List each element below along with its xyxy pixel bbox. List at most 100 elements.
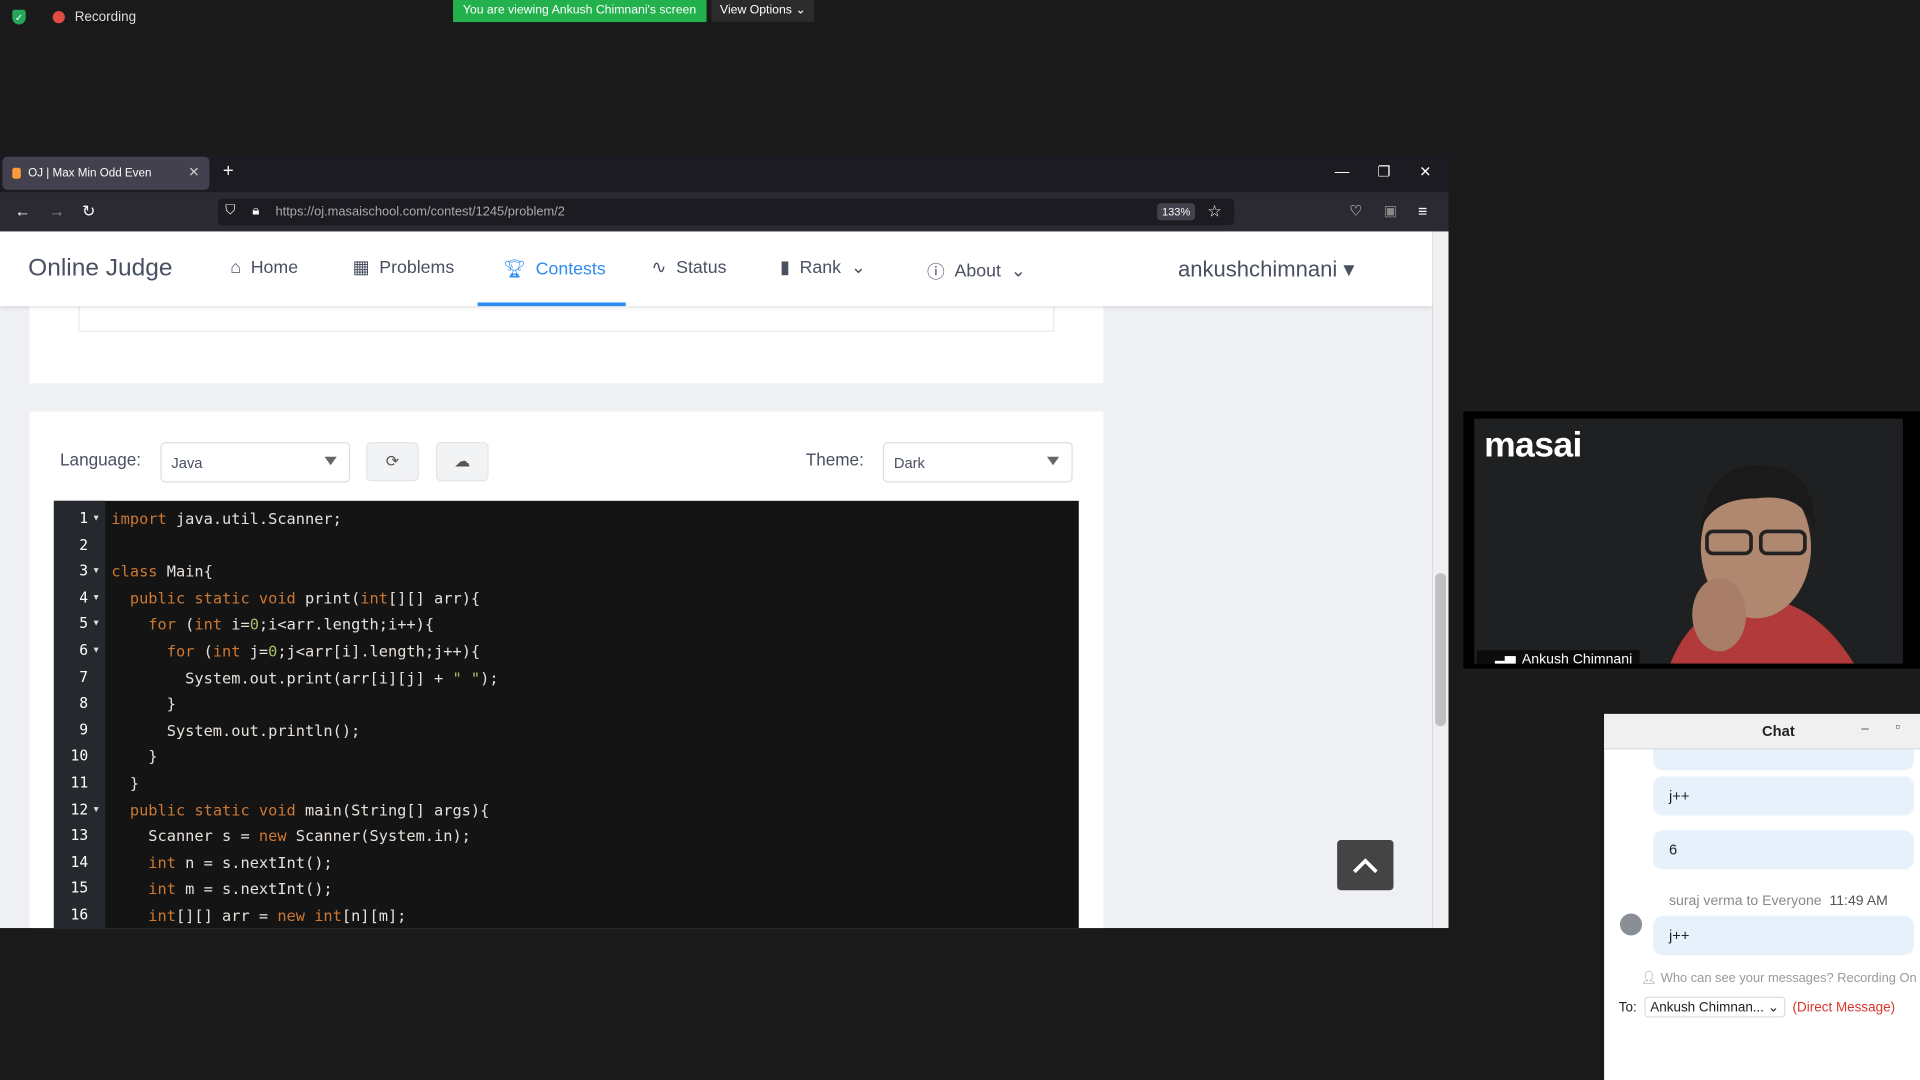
popout-icon[interactable]: ▫	[1896, 720, 1901, 735]
page-scrollbar[interactable]	[1432, 231, 1449, 929]
back-icon[interactable]: ←	[15, 202, 31, 220]
problem-card	[29, 306, 1104, 384]
line-number: 7	[79, 668, 89, 686]
language-label: Language:	[60, 449, 142, 469]
close-tab-icon[interactable]: ✕	[188, 164, 199, 180]
chevron-down-icon: ⌄	[795, 3, 806, 18]
code-line[interactable]: }	[111, 695, 176, 713]
caret-down-icon	[324, 456, 337, 466]
extension-icon[interactable]: ▣	[1384, 202, 1398, 219]
scrollbar-thumb[interactable]	[1435, 573, 1447, 727]
nav-bar: ← → ↻ ⛉ 🔒︎ https://oj.masaischool.com/co…	[0, 192, 1449, 232]
who-can-see-link[interactable]: 👤︎ Who can see your messages? Recording …	[1641, 970, 1917, 986]
line-number: 9	[79, 720, 89, 739]
code-line[interactable]: for (int j=0;j<arr[i].length;j++){	[111, 642, 480, 660]
fold-arrow-icon[interactable]: ▼	[92, 647, 100, 656]
browser-window: OJ | Max Min Odd Even ✕ + — ❐ ✕ ← → ↻ ⛉ …	[0, 154, 1449, 929]
bookmark-star-icon[interactable]: ☆	[1207, 202, 1221, 222]
favicon-icon	[12, 167, 21, 179]
theme-select[interactable]: Dark	[882, 442, 1073, 483]
chat-title: Chat	[1762, 722, 1795, 740]
nav-problems[interactable]: ▦ Problems	[353, 258, 455, 278]
line-number: 10	[70, 747, 89, 765]
chevron-up-icon	[1352, 857, 1378, 873]
nav-rank[interactable]: ▮ Rank ⌄	[780, 258, 866, 278]
site-header: Online Judge ⌂ Home ▦ Problems 🏆︎ Contests …	[0, 231, 1433, 307]
fold-arrow-icon[interactable]: ▼	[92, 567, 100, 576]
chat-panel: Chat – ▫ j++ 6 suraj verma to Everyone 1…	[1604, 713, 1920, 1080]
grid-icon: ▦	[352, 258, 370, 278]
code-line[interactable]: class Main{	[111, 562, 212, 580]
fold-arrow-icon[interactable]: ▼	[92, 805, 100, 814]
avatar	[1620, 913, 1643, 936]
tracking-shield-icon[interactable]: ⛉	[225, 203, 235, 219]
line-number: 13	[70, 826, 89, 844]
fold-arrow-icon[interactable]: ▼	[92, 514, 100, 523]
user-menu[interactable]: ankushchimnani ▾	[1178, 257, 1355, 283]
viewing-banner: You are viewing Ankush Chimnani's screen	[453, 0, 706, 23]
new-tab-icon[interactable]: +	[223, 160, 234, 181]
code-line[interactable]: public static void main(String[] args){	[111, 800, 489, 818]
code-line[interactable]: Scanner s = new Scanner(System.in);	[111, 827, 471, 845]
upload-button[interactable]: ☁	[435, 442, 489, 482]
fold-arrow-icon[interactable]: ▼	[92, 594, 100, 603]
code-line[interactable]: int[][] arr = new int[n][m];	[111, 906, 406, 924]
chevron-down-icon: ⌄	[850, 258, 866, 278]
caret-down-icon: ▾	[1343, 257, 1355, 282]
nav-home[interactable]: ⌂ Home	[230, 258, 298, 278]
view-options-button[interactable]: View Options ⌄	[711, 0, 815, 23]
code-line[interactable]: System.out.print(arr[i][j] + " ");	[111, 668, 498, 686]
code-line[interactable]: import java.util.Scanner;	[111, 509, 341, 527]
minimize-icon[interactable]: —	[1335, 163, 1350, 180]
chevron-down-icon: ⌄	[1010, 261, 1026, 282]
participant-video	[1670, 465, 1854, 664]
code-line[interactable]: }	[111, 774, 139, 792]
reset-button[interactable]: ⟳	[366, 442, 419, 482]
code-line[interactable]: public static void print(int[][] arr){	[111, 589, 480, 607]
reload-icon[interactable]: ↻	[82, 202, 95, 222]
fold-arrow-icon[interactable]: ▼	[92, 620, 100, 629]
hamburger-menu-icon[interactable]: ≡	[1418, 202, 1427, 220]
cloud-upload-icon: ☁	[454, 451, 471, 471]
active-tab-indicator	[477, 302, 626, 307]
browser-tab[interactable]: OJ | Max Min Odd Even ✕	[2, 156, 210, 190]
line-number: 2	[79, 535, 89, 553]
record-dot-icon	[52, 11, 65, 24]
line-number: 15	[70, 879, 89, 897]
line-number: 14	[70, 853, 89, 871]
code-editor[interactable]: 1 ▼ 2 3 ▼ 4 ▼ 5 ▼ 6 ▼ 7 8 9 10 11 12 ▼ 13 14 15 16 import jav…	[53, 500, 1079, 929]
language-select[interactable]: Java	[160, 442, 351, 483]
chat-message: 6	[1653, 830, 1914, 870]
close-window-icon[interactable]: ✕	[1419, 163, 1431, 180]
code-line[interactable]: System.out.println();	[111, 721, 361, 739]
recipient-row: To: Ankush Chimnan... ⌄ (Direct Message)	[1618, 996, 1896, 1018]
lock-icon[interactable]: 🔒︎	[252, 203, 259, 219]
back-to-top-button[interactable]	[1337, 840, 1394, 891]
nav-status[interactable]: ∿ Status	[651, 258, 726, 278]
forward-icon[interactable]: →	[49, 202, 65, 220]
code-line[interactable]: int n = s.nextInt();	[111, 853, 332, 871]
address-bar[interactable]: ⛉ 🔒︎ https://oj.masaischool.com/contest/…	[217, 198, 1235, 226]
url-text: https://oj.masaischool.com/contest/1245/…	[275, 204, 565, 220]
recipient-select[interactable]: Ankush Chimnan... ⌄	[1644, 996, 1786, 1018]
signal-icon: ▂▄▆	[1484, 653, 1516, 664]
code-line[interactable]: for (int i=0;i<arr.length;i++){	[111, 615, 434, 633]
trophy-icon: 🏆︎	[503, 259, 526, 280]
tab-title: OJ | Max Min Odd Even	[28, 166, 152, 181]
pocket-icon[interactable]: ♡	[1349, 202, 1362, 219]
shield-icon: ✓	[12, 9, 26, 25]
nav-about[interactable]: ⓘ About ⌄	[927, 258, 1026, 284]
restore-icon[interactable]: ❐	[1378, 163, 1391, 180]
code-line[interactable]: int m = s.nextInt();	[111, 880, 332, 898]
nav-contests[interactable]: 🏆︎ Contests	[503, 258, 605, 279]
zoom-level[interactable]: 133%	[1157, 203, 1196, 221]
minimize-icon[interactable]: –	[1861, 721, 1869, 736]
code-line[interactable]: }	[111, 747, 157, 765]
theme-label: Theme:	[805, 449, 864, 469]
direct-message-label: (Direct Message)	[1792, 999, 1896, 1015]
tab-bar: OJ | Max Min Odd Even ✕ + — ❐ ✕	[0, 154, 1449, 193]
to-label: To:	[1618, 999, 1637, 1015]
masai-logo: masai	[1484, 426, 1582, 466]
site-brand[interactable]: Online Judge	[28, 255, 172, 283]
line-gutter: 1 ▼ 2 3 ▼ 4 ▼ 5 ▼ 6 ▼ 7 8 9 10 11 12 ▼ 13 14 15 16	[53, 500, 106, 929]
